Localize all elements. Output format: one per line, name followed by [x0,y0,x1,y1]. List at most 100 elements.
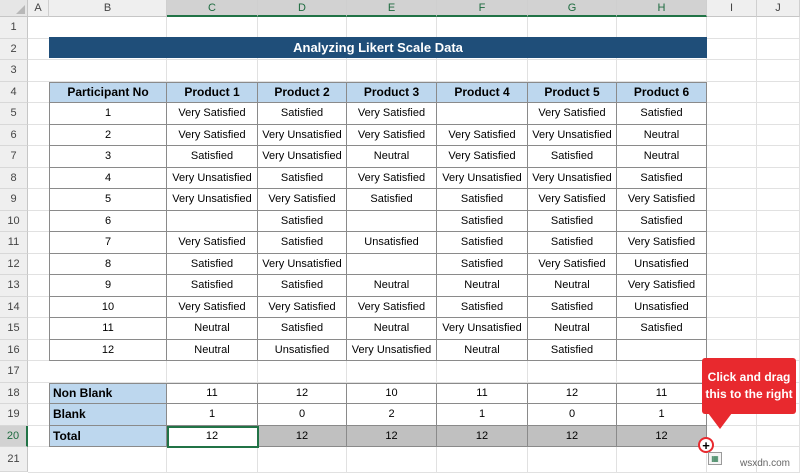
table-cell[interactable]: Satisfied [258,275,347,297]
table-cell[interactable]: Very Unsatisfied [437,167,528,189]
table-cell[interactable] [437,103,528,125]
table-cell[interactable]: Satisfied [258,103,347,125]
column-header-b[interactable]: B [49,0,167,17]
row-header-6[interactable]: 6 [0,124,28,146]
row-header-15[interactable]: 15 [0,318,28,340]
table-cell[interactable]: Very Satisfied [258,189,347,211]
table-cell[interactable] [347,210,437,232]
table-cell[interactable]: Satisfied [167,253,258,275]
table-cell[interactable]: Very Satisfied [617,275,707,297]
table-cell[interactable]: Neutral [437,275,528,297]
table-cell[interactable]: Satisfied [617,167,707,189]
table-cell[interactable]: Very Satisfied [167,124,258,146]
table-cell[interactable]: Satisfied [617,103,707,125]
row-header-16[interactable]: 16 [0,339,28,361]
table-cell[interactable]: Satisfied [258,232,347,254]
table-cell[interactable]: Very Satisfied [437,124,528,146]
table-cell[interactable]: Very Satisfied [347,124,437,146]
column-header-e[interactable]: E [347,0,437,17]
table-cell[interactable]: Neutral [347,318,437,340]
table-cell[interactable]: 12 [49,339,167,361]
table-cell[interactable]: Very Satisfied [437,146,528,168]
table-cell[interactable]: 2 [49,124,167,146]
table-cell[interactable]: Very Unsatisfied [167,189,258,211]
select-all-corner[interactable] [0,0,28,17]
row-header-5[interactable]: 5 [0,103,28,125]
summary-cell[interactable]: 12 [347,425,437,447]
table-cell[interactable]: Satisfied [437,232,528,254]
table-cell[interactable]: 11 [49,318,167,340]
summary-cell[interactable]: 11 [167,382,258,404]
table-cell[interactable]: Satisfied [528,296,617,318]
table-cell[interactable]: 5 [49,189,167,211]
row-header-17[interactable]: 17 [0,361,28,383]
row-header-11[interactable]: 11 [0,232,28,254]
table-cell[interactable]: Very Satisfied [347,167,437,189]
table-cell[interactable]: Very Satisfied [347,296,437,318]
row-header-21[interactable]: 21 [0,447,28,472]
table-header-cell[interactable]: Product 2 [258,81,347,103]
table-cell[interactable]: 8 [49,253,167,275]
table-cell[interactable]: 1 [49,103,167,125]
row-header-2[interactable]: 2 [0,38,28,60]
table-cell[interactable]: Very Unsatisfied [167,167,258,189]
column-header-j[interactable]: J [757,0,800,17]
table-cell[interactable]: Unsatisfied [347,232,437,254]
table-cell[interactable]: Very Satisfied [167,232,258,254]
table-cell[interactable]: Neutral [528,275,617,297]
table-cell[interactable]: Very Satisfied [167,103,258,125]
table-cell[interactable]: Very Unsatisfied [258,146,347,168]
table-cell[interactable]: Very Unsatisfied [528,167,617,189]
table-cell[interactable]: 3 [49,146,167,168]
row-header-14[interactable]: 14 [0,296,28,318]
table-cell[interactable]: Neutral [437,339,528,361]
table-cell[interactable]: Satisfied [167,275,258,297]
table-cell[interactable]: Unsatisfied [617,296,707,318]
table-cell[interactable]: Very Satisfied [347,103,437,125]
summary-cell[interactable]: 1 [617,404,707,426]
table-header-cell[interactable]: Product 1 [167,81,258,103]
table-cell[interactable]: Neutral [167,318,258,340]
table-cell[interactable] [167,210,258,232]
table-cell[interactable]: Satisfied [617,318,707,340]
table-cell[interactable]: Very Unsatisfied [347,339,437,361]
summary-cell[interactable]: 0 [528,404,617,426]
column-header-d[interactable]: D [258,0,347,17]
table-cell[interactable]: Satisfied [258,210,347,232]
table-cell[interactable]: Neutral [347,146,437,168]
sheet-title[interactable]: Analyzing Likert Scale Data [49,37,707,58]
table-cell[interactable]: Very Unsatisfied [258,253,347,275]
summary-cell[interactable]: 11 [437,382,528,404]
row-header-9[interactable]: 9 [0,189,28,211]
summary-cell[interactable]: 1 [167,404,258,426]
row-header-12[interactable]: 12 [0,253,28,275]
table-cell[interactable]: Neutral [167,339,258,361]
fill-handle-icon[interactable]: + [698,437,714,453]
summary-cell[interactable]: 12 [167,425,258,447]
summary-cell[interactable]: 2 [347,404,437,426]
column-header-h[interactable]: H [617,0,707,17]
table-cell[interactable]: Satisfied [437,253,528,275]
table-cell[interactable]: Very Satisfied [528,189,617,211]
summary-cell[interactable]: 12 [437,425,528,447]
table-cell[interactable]: Very Satisfied [617,232,707,254]
table-cell[interactable]: Very Satisfied [528,253,617,275]
table-cell[interactable]: Satisfied [617,210,707,232]
column-header-a[interactable]: A [28,0,49,17]
row-header-3[interactable]: 3 [0,60,28,82]
table-cell[interactable]: 7 [49,232,167,254]
summary-cell[interactable]: 0 [258,404,347,426]
summary-cell[interactable]: 11 [617,382,707,404]
row-header-20[interactable]: 20 [0,425,28,447]
table-header-cell[interactable]: Product 5 [528,81,617,103]
summary-label[interactable]: Total [49,425,167,447]
table-cell[interactable]: Very Unsatisfied [528,124,617,146]
summary-label[interactable]: Non Blank [49,382,167,404]
table-cell[interactable]: 9 [49,275,167,297]
table-cell[interactable]: Very Satisfied [617,189,707,211]
row-header-1[interactable]: 1 [0,17,28,39]
table-cell[interactable]: Very Satisfied [528,103,617,125]
table-header-cell[interactable]: Product 3 [347,81,437,103]
summary-cell[interactable]: 12 [258,382,347,404]
table-header-cell[interactable]: Participant No [49,81,167,103]
